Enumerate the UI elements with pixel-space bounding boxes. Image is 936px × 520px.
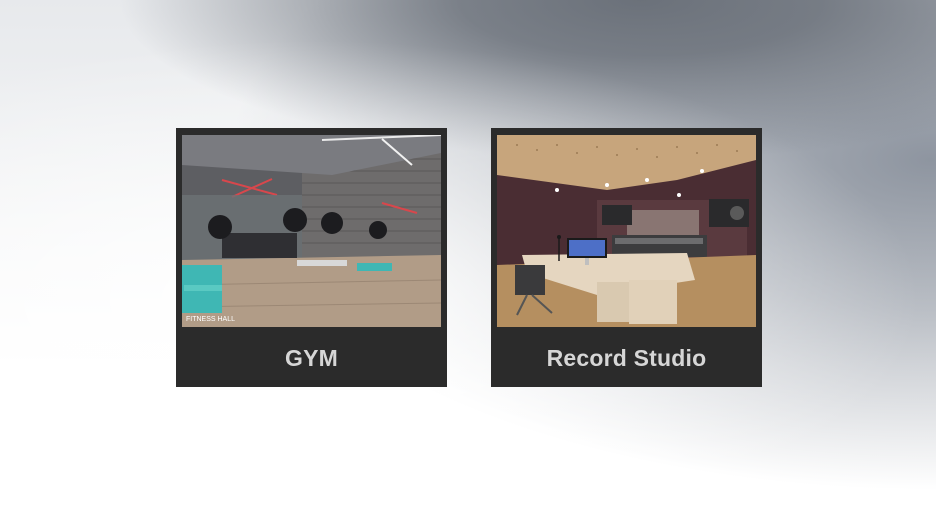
record-studio-card[interactable]: Record Studio (491, 128, 762, 387)
background-haze (0, 0, 936, 520)
record-studio-card-label: Record Studio (546, 345, 707, 371)
gym-card-label: GYM (285, 345, 338, 371)
gym-card[interactable]: FITNESS HALL GYM (176, 128, 447, 387)
watermark-text: FITNESS HALL (186, 316, 235, 323)
gym-room-image: FITNESS HALL (182, 135, 441, 327)
recording-studio-image (497, 135, 756, 327)
